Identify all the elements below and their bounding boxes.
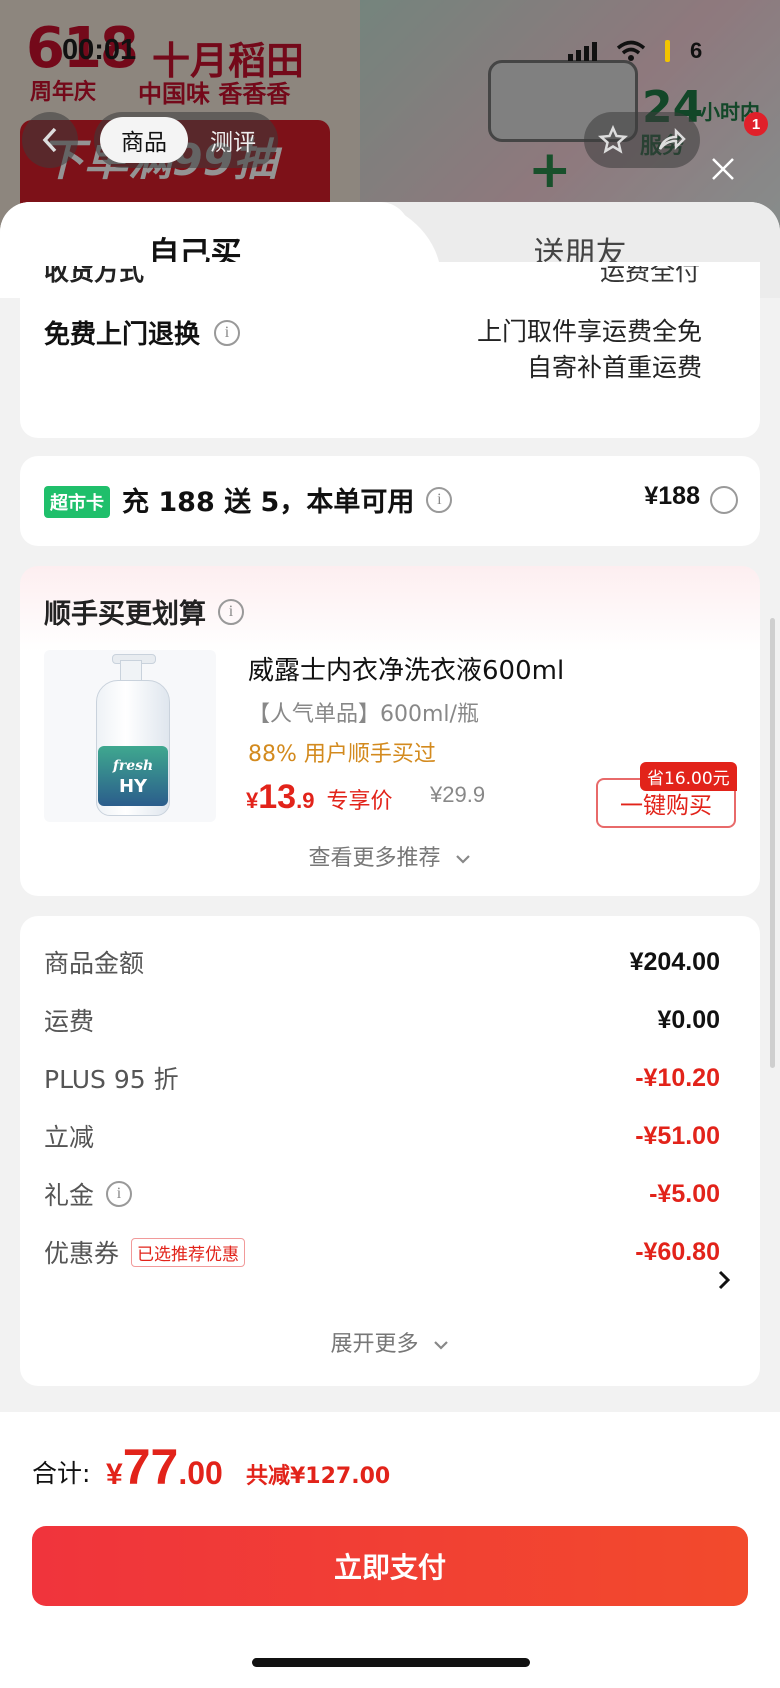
product-price: ¥ 13 .9 专享价 [246, 778, 392, 817]
summary-label: 运费 [44, 1007, 95, 1036]
chevron-down-icon [455, 855, 470, 864]
home-indicator [252, 1658, 530, 1667]
summary-label-gift: 礼金 i [44, 1176, 133, 1212]
summary-row-instant-discount: 立减 -¥51.00 [44, 1118, 720, 1154]
total-integer: 77 [122, 1439, 179, 1495]
summary-value: -¥60.80 [635, 1237, 720, 1266]
nav-actions [584, 112, 700, 168]
total-decimal: .00 [178, 1455, 223, 1491]
price-decimal: .9 [296, 788, 315, 813]
total-amount: ¥ 77 .00 [106, 1438, 223, 1496]
tab-product[interactable]: 商品 [100, 117, 188, 163]
delivery-method-label: 收货方式 [44, 266, 145, 286]
recommend-title: 顺手买更划算 i [44, 592, 244, 631]
wifi-icon [616, 40, 646, 61]
back-button[interactable] [22, 112, 78, 168]
bottle-brand-2: HY [118, 776, 148, 797]
summary-label: PLUS 95 折 [44, 1065, 179, 1094]
summary-row-shipping: 运费 ¥0.00 [44, 1002, 720, 1038]
summary-row-subtotal: 商品金额 ¥204.00 [44, 944, 720, 980]
pay-now-button[interactable]: 立即支付 [32, 1526, 748, 1606]
bottle-brand: fresh [112, 758, 154, 774]
price-currency: ¥ [246, 788, 259, 813]
supermarket-card-tag: 超市卡 [44, 486, 110, 518]
close-icon[interactable] [708, 154, 738, 184]
more-recommendations[interactable]: 查看更多推荐 [20, 840, 760, 872]
supermarket-card-offer: 充 188 送 5，本单可用 i [122, 480, 453, 519]
summary-value: ¥0.00 [657, 1005, 720, 1034]
product-nav-tabs: 商品 测评 [94, 112, 278, 168]
supermarket-card-text: 充 188 送 5，本单可用 [122, 487, 415, 518]
expand-more-text: 展开更多 [330, 1332, 419, 1357]
background-product-page: 618 周年庆 十月稻田 中国味 香香香 下单满99抽 + 24 小时内 服务 … [0, 0, 780, 230]
delivery-card: 收货方式 运费全付 免费上门退换 i 上门取件享运费全免 自寄补首重运费 [20, 262, 760, 438]
battery-icon [665, 40, 670, 62]
total-label: 合计: [32, 1459, 91, 1488]
status-icons: 6 [568, 38, 702, 64]
product-spec: 【人气单品】600ml/瓶 [248, 702, 479, 727]
return-pickup-text: 上门取件享运费全免 [476, 317, 702, 346]
return-self-ship-text: 自寄补首重运费 [526, 353, 702, 382]
summary-row-coupon[interactable]: 优惠券 已选推荐优惠 -¥60.80 [44, 1234, 720, 1270]
delivery-method-value: 运费全付 [600, 266, 701, 286]
battery-level: 6 [690, 38, 703, 63]
summary-value: -¥5.00 [649, 1179, 720, 1208]
price-summary-card: 商品金额 ¥204.00 运费 ¥0.00 PLUS 95 折 -¥10.20 … [20, 916, 760, 1386]
scrollbar[interactable] [770, 618, 775, 1068]
product-image[interactable]: fresh HY [44, 650, 216, 822]
chevron-down-icon [433, 1341, 448, 1350]
status-time: 00:01 [62, 34, 137, 66]
product-name[interactable]: 威露士内衣净洗衣液600ml [248, 650, 564, 687]
coupon-tag: 已选推荐优惠 [131, 1237, 246, 1267]
more-recommendations-text: 查看更多推荐 [308, 846, 441, 871]
summary-value: ¥204.00 [629, 947, 720, 976]
free-return-label: 免费上门退换 i [44, 314, 241, 351]
share-icon[interactable] [656, 125, 686, 155]
chevron-right-icon[interactable] [716, 1268, 732, 1292]
original-price: ¥29.9 [430, 782, 486, 807]
summary-label-text: 礼金 [44, 1181, 95, 1210]
product-buyers: 88% 用户顺手买过 [248, 742, 436, 767]
recommend-title-text: 顺手买更划算 [44, 599, 206, 630]
summary-label: 商品金额 [44, 949, 145, 978]
total-saved: 共减¥127.00 [246, 1464, 391, 1489]
chevron-left-icon [42, 127, 57, 153]
info-icon[interactable]: i [218, 598, 244, 625]
info-icon[interactable]: i [106, 1181, 133, 1207]
summary-label: 立减 [44, 1123, 95, 1152]
price-note: 专享价 [326, 789, 393, 814]
info-icon[interactable]: i [214, 319, 241, 346]
summary-value: -¥51.00 [635, 1121, 720, 1150]
summary-row-gift-money: 礼金 i -¥5.00 [44, 1176, 720, 1212]
recommend-card: 顺手买更划算 i fresh HY 威露士内衣净洗衣液600ml 【人气单品】6… [20, 566, 760, 896]
cart-badge: 1 [744, 112, 768, 136]
star-icon[interactable] [598, 125, 628, 155]
expand-more[interactable]: 展开更多 [20, 1326, 760, 1358]
summary-value: -¥10.20 [635, 1063, 720, 1092]
summary-row-plus-discount: PLUS 95 折 -¥10.20 [44, 1060, 720, 1096]
total-currency: ¥ [106, 1458, 123, 1491]
checkout-footer: 合计: ¥ 77 .00 共减¥127.00 立即支付 [0, 1412, 780, 1688]
summary-label-text: 优惠券 [44, 1239, 120, 1268]
supermarket-card-price: ¥188 [644, 482, 700, 510]
info-icon[interactable]: i [426, 486, 453, 513]
tab-review[interactable]: 测评 [188, 123, 278, 157]
signal-icon [568, 42, 597, 61]
price-integer: 13 [258, 778, 297, 816]
summary-label-coupon: 优惠券 已选推荐优惠 [44, 1234, 246, 1270]
supermarket-card-radio[interactable] [710, 486, 738, 514]
free-return-text: 免费上门退换 [44, 320, 201, 350]
save-tag: 省16.00元 [640, 762, 737, 791]
supermarket-card-row[interactable]: 超市卡 充 188 送 5，本单可用 i ¥188 [20, 456, 760, 546]
